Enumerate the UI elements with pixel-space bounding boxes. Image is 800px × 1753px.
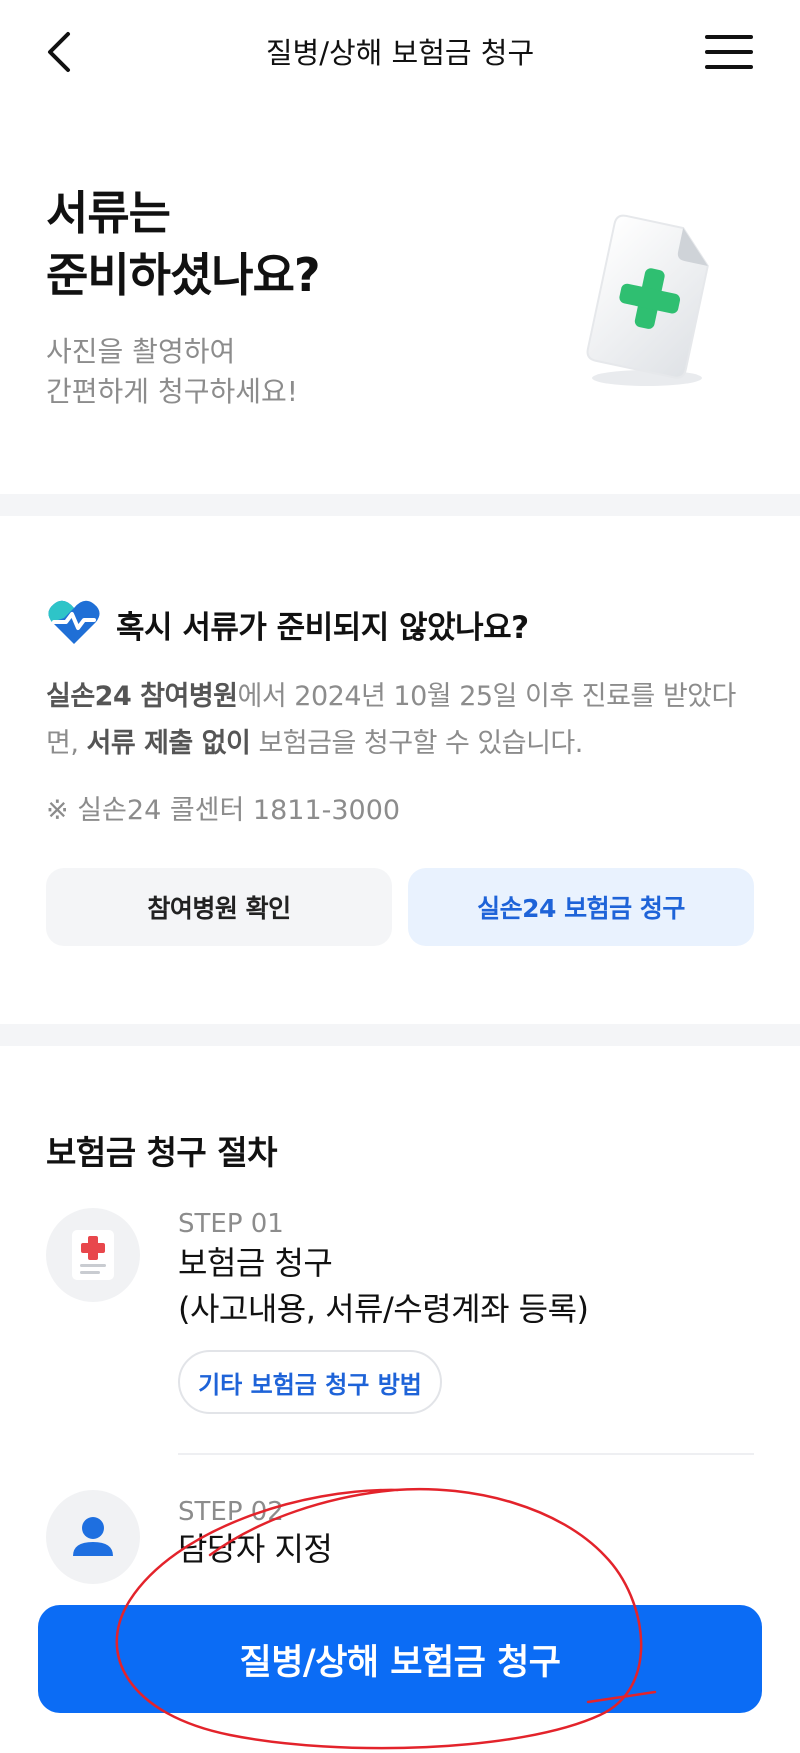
notice-title: 혹시 서류가 준비되지 않았나요?: [116, 610, 529, 646]
silson24-claim-button[interactable]: 실손24 보험금 청구: [408, 868, 754, 946]
check-participating-hospitals-button[interactable]: 참여병원 확인: [46, 868, 392, 946]
section-separator: [0, 1024, 800, 1046]
hero-title-line1: 서류는: [46, 186, 171, 240]
hero-subtitle: 사진을 촬영하여 간편하게 청구하세요!: [46, 332, 298, 412]
section-separator: [0, 494, 800, 516]
hamburger-menu-icon[interactable]: [704, 32, 754, 72]
step-divider: [178, 1453, 754, 1455]
hero-subtitle-line1: 사진을 촬영하여: [46, 335, 236, 368]
step2-label: STEP 02: [178, 1497, 284, 1527]
step1-title-line2: (사고내용, 서류/수령계좌 등록): [178, 1290, 589, 1328]
other-claim-methods-button[interactable]: 기타 보험금 청구 방법: [178, 1350, 442, 1414]
hero-title: 서류는 준비하셨나요?: [46, 182, 321, 306]
step1-icon-badge: [46, 1208, 140, 1302]
page-title: 질병/상해 보험금 청구: [265, 36, 535, 70]
step2-icon-badge: [46, 1490, 140, 1584]
step2-title: 담당자 지정: [178, 1530, 333, 1568]
notice-body-bold-nodocs: 서류 제출 없이: [86, 728, 251, 759]
step1-title-line1: 보험금 청구: [178, 1244, 333, 1282]
call-center-text: ※ 실손24 콜센터 1811-3000: [46, 795, 401, 826]
procedure-title: 보험금 청구 절차: [46, 1133, 278, 1172]
person-icon: [73, 1517, 113, 1556]
step1-label: STEP 01: [178, 1209, 284, 1239]
notice-body-text2: 보험금을 청구할 수 있습니다.: [250, 728, 583, 759]
top-app-bar: 질병/상해 보험금 청구: [0, 0, 800, 104]
heart-logo-icon: [48, 600, 100, 644]
claim-document-icon: [72, 1230, 114, 1280]
notice-body: 실손24 참여병원에서 2024년 10월 25일 이후 진료를 받았다면, 서…: [46, 673, 766, 767]
step1-title: 보험금 청구 (사고내용, 서류/수령계좌 등록): [178, 1240, 589, 1332]
medical-document-icon: [586, 214, 709, 386]
notice-body-bold-hospitals: 실손24 참여병원: [46, 681, 238, 712]
hero-title-line2: 준비하셨나요?: [46, 248, 321, 302]
hero-subtitle-line2: 간편하게 청구하세요!: [46, 375, 298, 408]
disease-injury-claim-button[interactable]: 질병/상해 보험금 청구: [38, 1605, 762, 1713]
